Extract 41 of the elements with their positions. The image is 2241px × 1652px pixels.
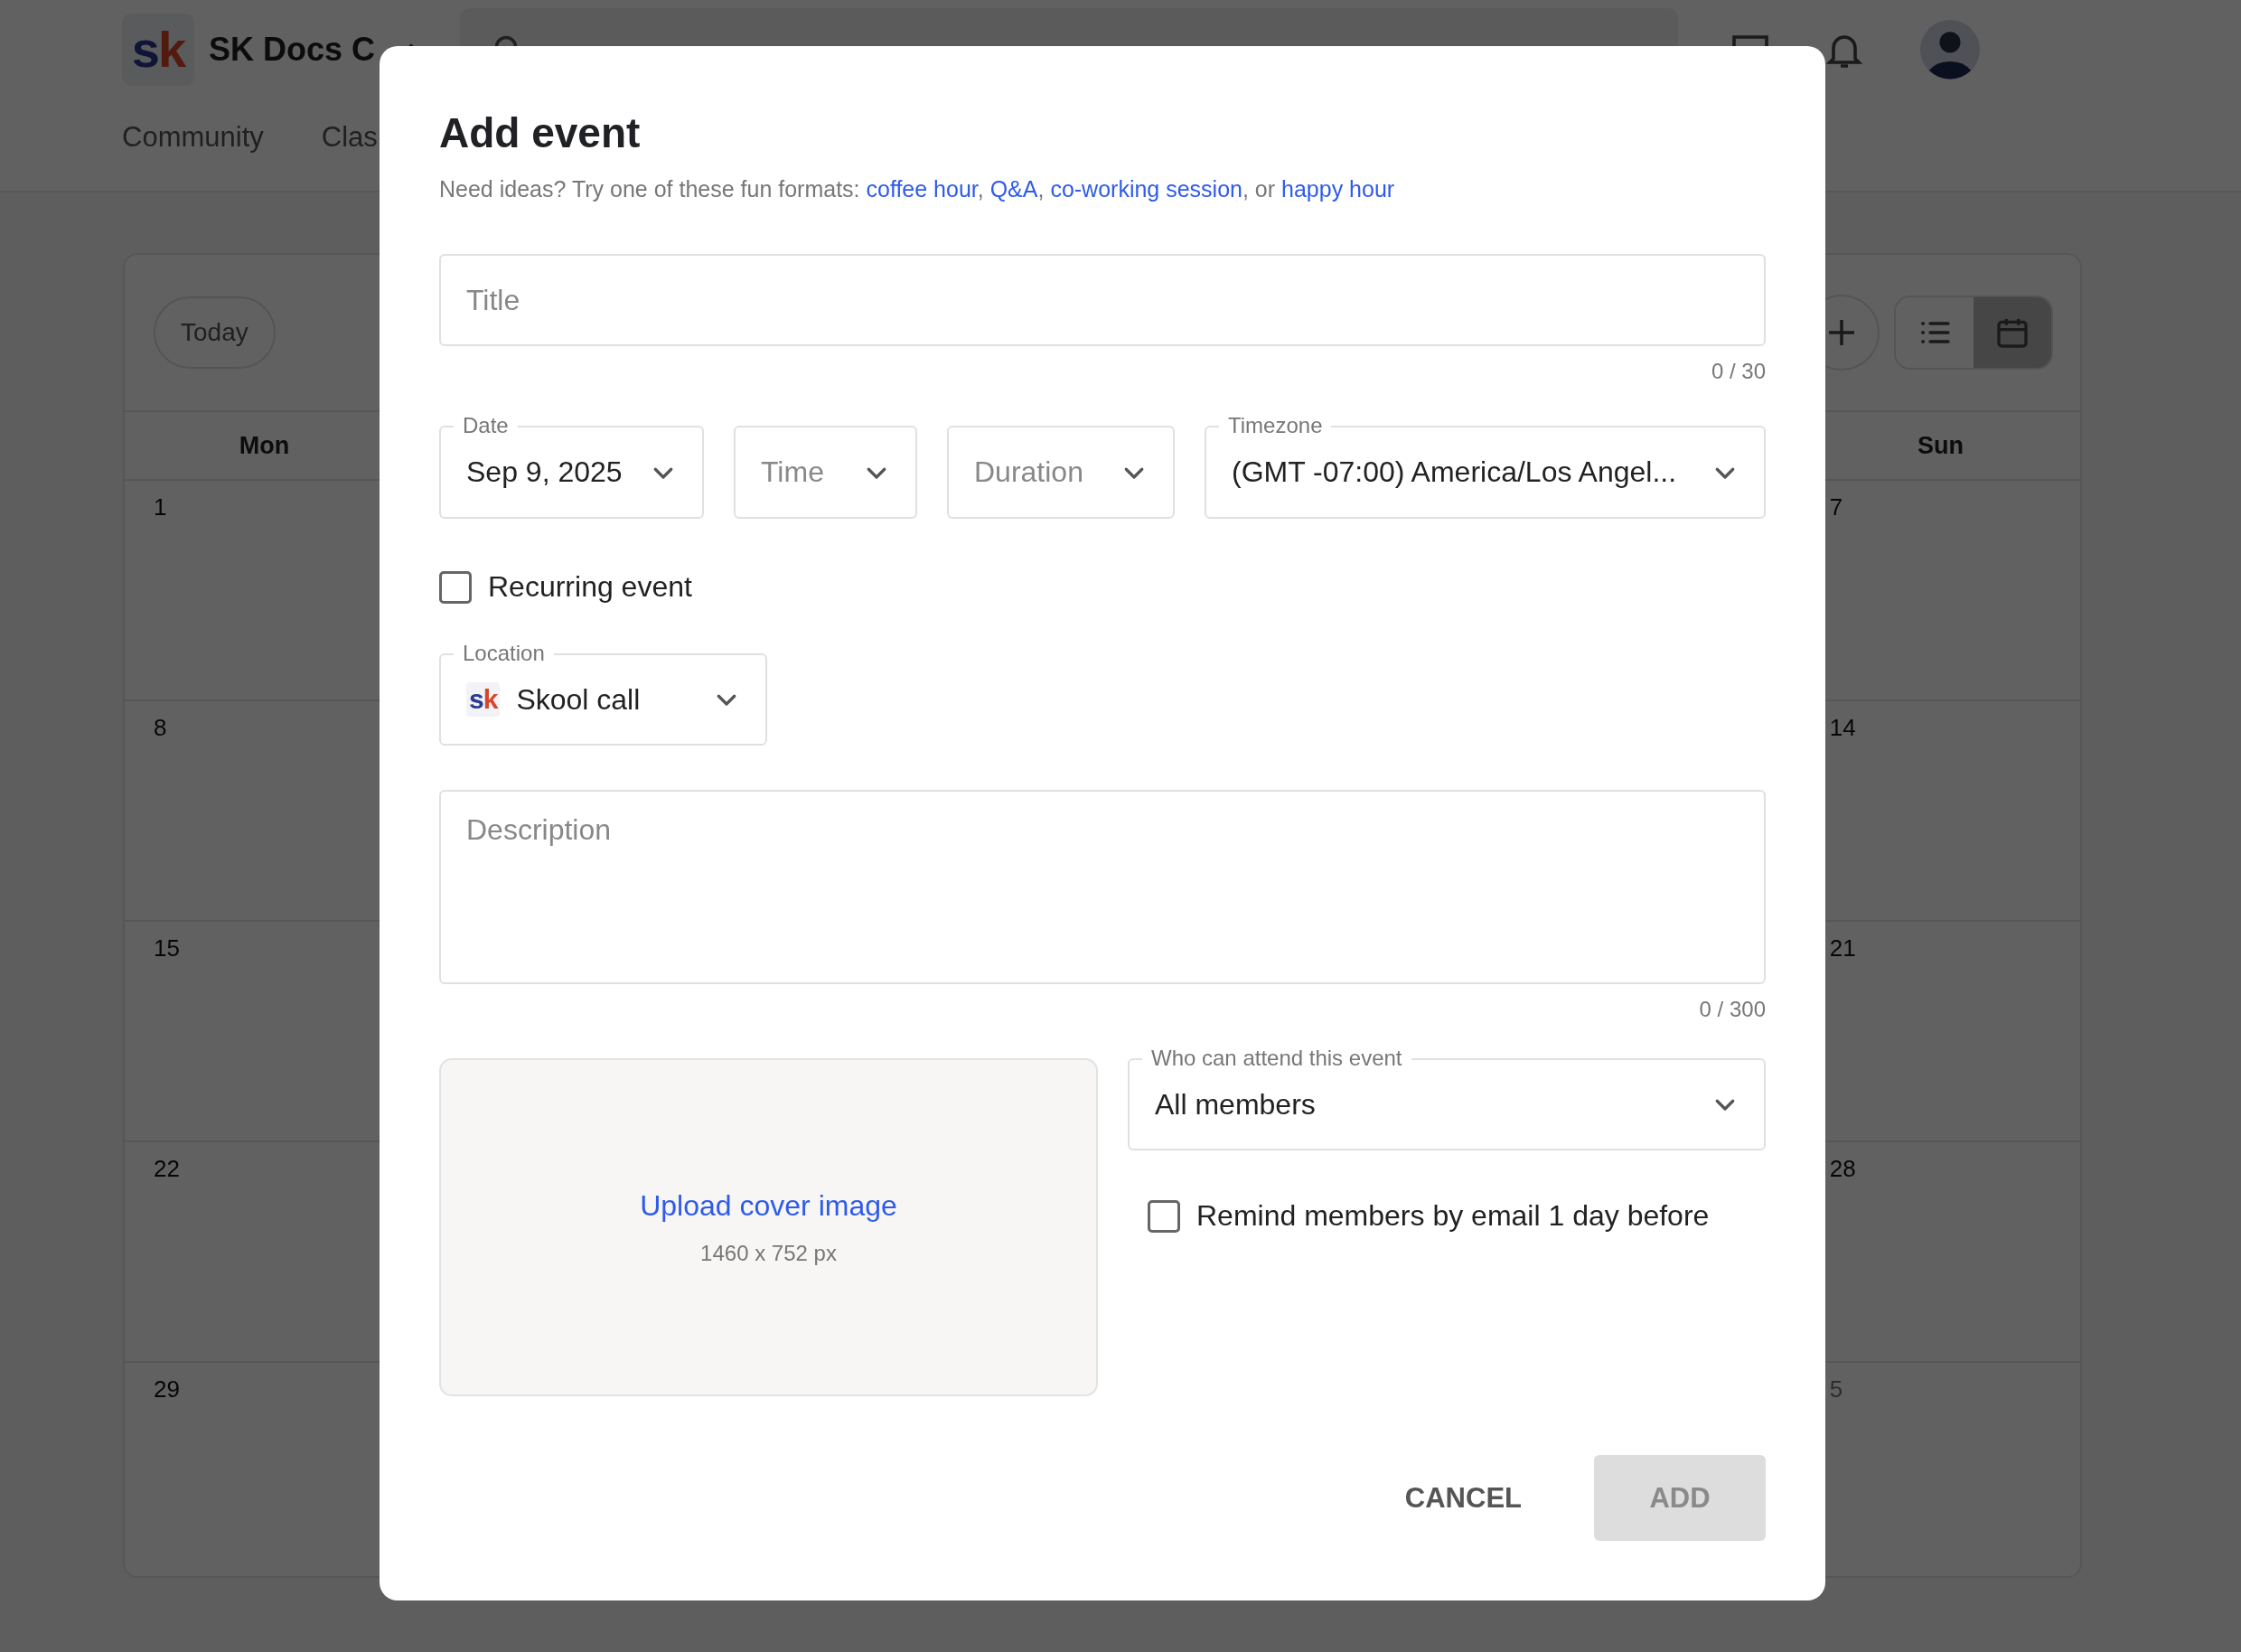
day-number: 14 bbox=[1829, 714, 1856, 741]
select-value: All members bbox=[1155, 1087, 1316, 1122]
community-name[interactable]: SK Docs C bbox=[209, 31, 376, 69]
select-placeholder: Time bbox=[761, 455, 824, 489]
checkbox[interactable] bbox=[1148, 1199, 1180, 1233]
select-value: (GMT -07:00) America/Los Angel... bbox=[1232, 455, 1677, 489]
upload-link[interactable]: Upload cover image bbox=[640, 1188, 897, 1223]
cancel-button[interactable]: CANCEL bbox=[1368, 1455, 1558, 1541]
select-value: Skool call bbox=[516, 682, 642, 717]
title-field[interactable]: Title bbox=[439, 254, 1766, 346]
character-counter: 0 / 30 bbox=[1710, 359, 1766, 384]
checkbox[interactable] bbox=[439, 570, 472, 604]
checkbox-label: Remind members by email 1 day before bbox=[1196, 1199, 1710, 1233]
select-field[interactable]: Duration bbox=[947, 426, 1175, 519]
select-value: Sep 9, 2025 bbox=[466, 455, 623, 489]
character-counter: 0 / 300 bbox=[1698, 997, 1766, 1022]
community-logo: sk bbox=[122, 14, 194, 86]
plus-icon bbox=[1829, 320, 1854, 345]
avatar[interactable] bbox=[1920, 20, 1981, 80]
day-number: 28 bbox=[1829, 1155, 1856, 1182]
day-number: 29 bbox=[154, 1375, 180, 1403]
format-link[interactable]: Q&A bbox=[989, 176, 1038, 202]
checkbox-label: Recurring event bbox=[488, 570, 692, 604]
format-link[interactable]: happy hour bbox=[1281, 176, 1395, 202]
dialog-title: Add event bbox=[439, 108, 642, 158]
select-field[interactable]: Time bbox=[734, 426, 917, 519]
day-number: 21 bbox=[1829, 934, 1856, 962]
skool-logo: sk bbox=[466, 682, 501, 717]
format-link[interactable]: coffee hour bbox=[866, 176, 978, 202]
day-number: 15 bbox=[154, 934, 180, 962]
day-number: 22 bbox=[154, 1155, 180, 1182]
select-placeholder: Duration bbox=[974, 455, 1083, 489]
day-number: 1 bbox=[154, 493, 167, 521]
day-number: 8 bbox=[154, 714, 167, 741]
image-size-hint: 1460 x 752 px bbox=[700, 1240, 837, 1266]
description-field[interactable]: Description bbox=[439, 790, 1766, 984]
view-toggle[interactable] bbox=[1974, 297, 2051, 368]
cover-upload-area[interactable]: Upload cover image 1460 x 752 px bbox=[439, 1058, 1098, 1396]
hint-text: Need ideas? Try one of these fun formats: coffee hour, Q&A, co-working session, or happy hour bbox=[439, 176, 1396, 202]
day-number: 7 bbox=[1829, 493, 1843, 521]
format-link[interactable]: co-working session bbox=[1050, 176, 1242, 202]
